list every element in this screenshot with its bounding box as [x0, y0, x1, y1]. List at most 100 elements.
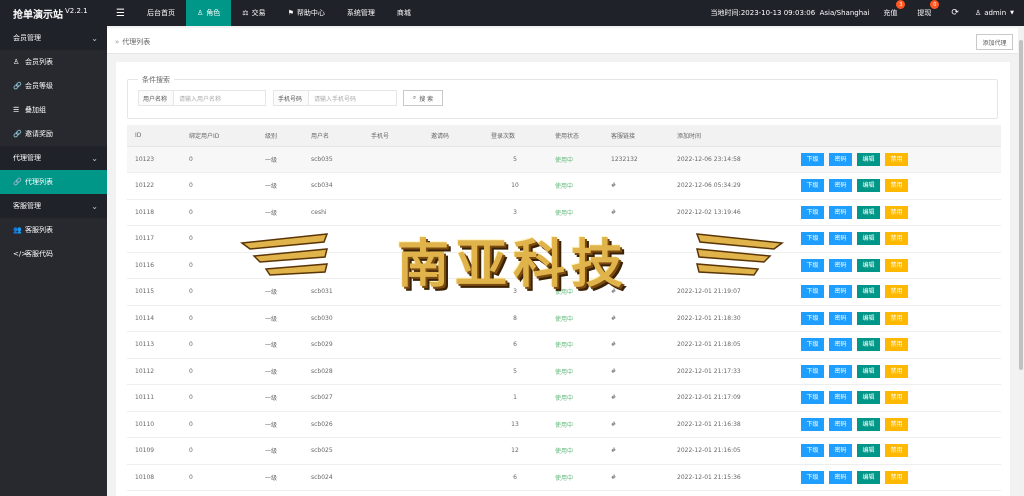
password-button[interactable]: 密码 [829, 258, 852, 272]
sub-agents-button[interactable]: 下级 [801, 444, 824, 458]
disable-button[interactable]: 禁用 [885, 258, 908, 272]
user-menu[interactable]: ♙ admin ▼ [975, 9, 1014, 17]
sidebar-item[interactable]: </> 客服代码 [0, 242, 107, 266]
password-button[interactable]: 密码 [829, 417, 852, 431]
cell-username: scb028 [303, 358, 363, 385]
password-button[interactable]: 密码 [829, 364, 852, 378]
edit-button[interactable]: 编辑 [857, 391, 880, 405]
nav-item-1[interactable]: ♙ 角色 [186, 0, 232, 26]
username-input[interactable]: 请输入用户名称 [174, 90, 266, 106]
edit-button[interactable]: 编辑 [857, 364, 880, 378]
nav-item-4[interactable]: 系统管理 [336, 0, 386, 26]
sub-agents-button[interactable]: 下级 [801, 152, 824, 166]
disable-button[interactable]: 禁用 [885, 232, 908, 246]
cell-status [547, 252, 603, 279]
cell-actions: 下级 密码 编辑 禁用 [793, 305, 1001, 332]
disable-button[interactable]: 禁用 [885, 285, 908, 299]
cell-status: 使用中 [547, 331, 603, 359]
sidebar-item[interactable]: 🔗 邀请奖励 [0, 122, 107, 146]
cell-invite [423, 278, 483, 306]
sub-agents-button[interactable]: 下级 [801, 391, 824, 405]
sidebar-group[interactable]: 会员管理 ⌄ [0, 26, 107, 50]
cell-time [669, 225, 793, 253]
sidebar-item[interactable]: 🔗 会员等级 [0, 74, 107, 98]
edit-button[interactable]: 编辑 [857, 338, 880, 352]
disable-button[interactable]: 禁用 [885, 470, 908, 484]
sub-agents-button[interactable]: 下级 [801, 232, 824, 246]
edit-button[interactable]: 编辑 [857, 311, 880, 325]
sub-agents-button[interactable]: 下级 [801, 417, 824, 431]
password-button[interactable]: 密码 [829, 470, 852, 484]
edit-button[interactable]: 编辑 [857, 258, 880, 272]
local-time: 当地时间:2023-10-13 09:03:06 Asia/Shanghai [710, 9, 870, 17]
sidebar-item[interactable]: 👥 客服列表 [0, 218, 107, 242]
sidebar-item[interactable]: 🔗 代理列表 [0, 170, 107, 194]
edit-button[interactable]: 编辑 [857, 179, 880, 193]
sub-agents-button[interactable]: 下级 [801, 311, 824, 325]
sub-agents-button[interactable]: 下级 [801, 338, 824, 352]
edit-button[interactable]: 编辑 [857, 444, 880, 458]
table-row: 10118 0 一级 ceshi 3 使用中 #2022-12-02 13:19:46 下级密… [127, 199, 1001, 226]
nav-item-3[interactable]: ⚑ 帮助中心 [277, 0, 336, 26]
sidebar-item[interactable]: ♙ 会员列表 [0, 50, 107, 74]
disable-button[interactable]: 禁用 [885, 205, 908, 219]
password-button[interactable]: 密码 [829, 444, 852, 458]
refresh-icon[interactable]: ⟳ [951, 8, 959, 18]
disable-button[interactable]: 禁用 [885, 417, 908, 431]
sub-agents-button[interactable]: 下级 [801, 258, 824, 272]
nav-item-2[interactable]: ⚖ 交易 [231, 0, 276, 26]
sidebar-group-label: 客服管理 [13, 202, 41, 210]
disable-button[interactable]: 禁用 [885, 391, 908, 405]
edit-button[interactable]: 编辑 [857, 417, 880, 431]
cell-level: 一级 [257, 464, 303, 491]
edit-button[interactable]: 编辑 [857, 232, 880, 246]
cell-level: 一级 [257, 411, 303, 438]
password-button[interactable]: 密码 [829, 338, 852, 352]
sidebar-item[interactable]: ☰ 叠加组 [0, 98, 107, 122]
recharge-link[interactable]: 充值 3 [883, 0, 906, 18]
chevron-down-icon: ⌄ [91, 33, 98, 43]
column-header: 使用状态 [547, 125, 603, 147]
password-button[interactable]: 密码 [829, 285, 852, 299]
sub-agents-button[interactable]: 下级 [801, 179, 824, 193]
nav-item-0[interactable]: 后台首页 [136, 0, 186, 26]
cell-username: scb035 [303, 146, 363, 173]
cell-phone [363, 225, 423, 253]
edit-button[interactable]: 编辑 [857, 152, 880, 166]
disable-button[interactable]: 禁用 [885, 364, 908, 378]
page-scrollbar[interactable] [1018, 26, 1024, 496]
cell-link: # [603, 384, 669, 412]
sub-agents-button[interactable]: 下级 [801, 285, 824, 299]
column-header: 邀请码 [423, 125, 483, 147]
cell-level: 一级 [257, 199, 303, 226]
password-button[interactable]: 密码 [829, 391, 852, 405]
sub-agents-button[interactable]: 下级 [801, 205, 824, 219]
password-button[interactable]: 密码 [829, 205, 852, 219]
disable-button[interactable]: 禁用 [885, 444, 908, 458]
phone-input[interactable]: 请输入手机号码 [309, 90, 397, 106]
sub-agents-button[interactable]: 下级 [801, 364, 824, 378]
disable-button[interactable]: 禁用 [885, 311, 908, 325]
disable-button[interactable]: 禁用 [885, 179, 908, 193]
add-agent-button[interactable]: 添加代理 [976, 34, 1013, 50]
cell-link: # [603, 331, 669, 359]
disable-button[interactable]: 禁用 [885, 152, 908, 166]
withdraw-badge: 0 [930, 0, 940, 9]
edit-button[interactable]: 编辑 [857, 205, 880, 219]
nav-item-5[interactable]: 商城 [386, 0, 422, 26]
scrollbar-thumb[interactable] [1019, 40, 1023, 370]
edit-button[interactable]: 编辑 [857, 470, 880, 484]
sidebar-group[interactable]: 客服管理 ⌄ [0, 194, 107, 218]
edit-button[interactable]: 编辑 [857, 285, 880, 299]
password-button[interactable]: 密码 [829, 311, 852, 325]
cell-time: 2022-12-06 05:34:29 [669, 172, 793, 200]
menu-toggle-icon[interactable]: ☰ [116, 0, 125, 26]
disable-button[interactable]: 禁用 [885, 338, 908, 352]
withdraw-link[interactable]: 提现 0 [917, 0, 940, 18]
search-button[interactable]: ⌕ 搜 索 [403, 90, 443, 106]
password-button[interactable]: 密码 [829, 179, 852, 193]
sub-agents-button[interactable]: 下级 [801, 470, 824, 484]
password-button[interactable]: 密码 [829, 232, 852, 246]
password-button[interactable]: 密码 [829, 152, 852, 166]
sidebar-group[interactable]: 代理管理 ⌄ [0, 146, 107, 170]
